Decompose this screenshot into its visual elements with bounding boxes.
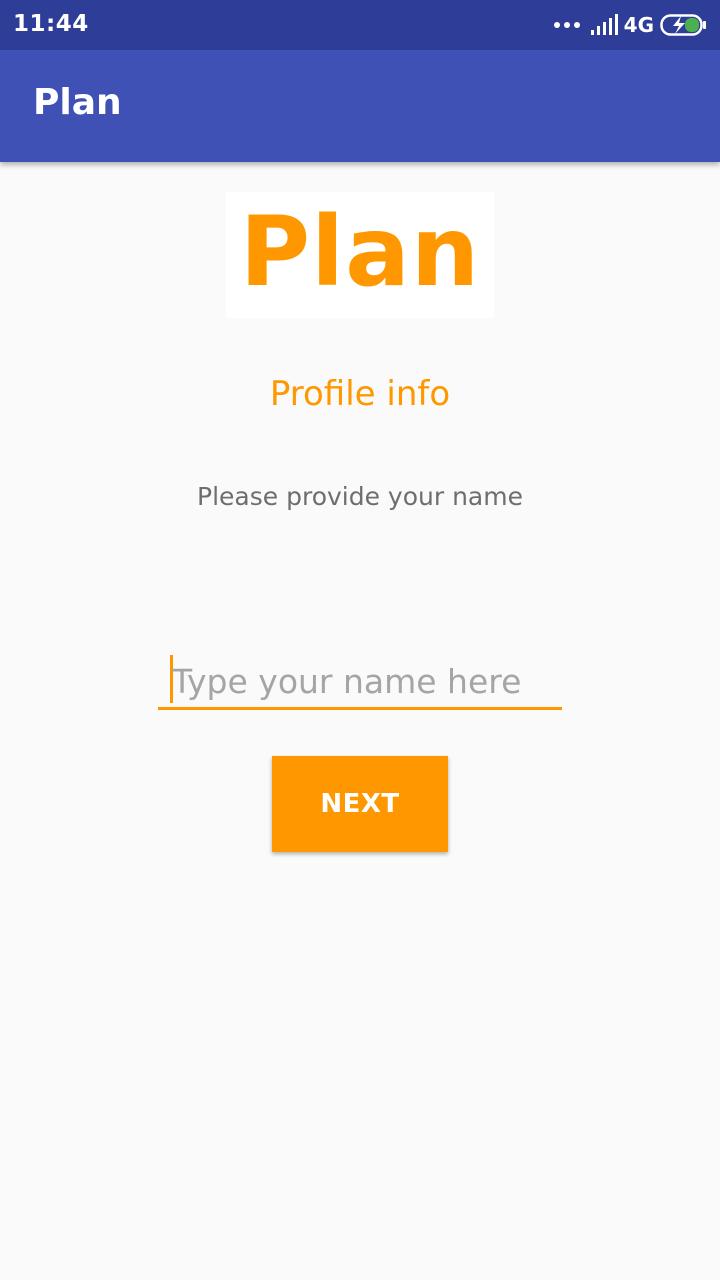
profile-info-screen: Plan Profile info Please provide your na… — [0, 162, 720, 1280]
next-button[interactable]: NEXT — [272, 756, 448, 852]
status-icons: 4G — [553, 10, 708, 40]
plan-logo-text: Plan — [239, 196, 481, 308]
status-time: 11:44 — [13, 11, 89, 37]
app-title: Plan — [33, 82, 122, 123]
more-dots-icon — [553, 22, 580, 28]
plan-logo: Plan — [226, 192, 494, 318]
profile-info-description: Please provide your name — [197, 482, 523, 511]
battery-charging-icon — [660, 14, 706, 36]
status-bar: 11:44 4G — [0, 0, 720, 50]
profile-info-title: Profile info — [269, 374, 451, 414]
name-input[interactable]: Type your name here — [158, 652, 562, 710]
name-input-placeholder: Type your name here — [172, 662, 522, 701]
signal-icon — [590, 14, 618, 35]
network-label: 4G — [623, 13, 654, 37]
app-bar: Plan — [0, 50, 720, 162]
